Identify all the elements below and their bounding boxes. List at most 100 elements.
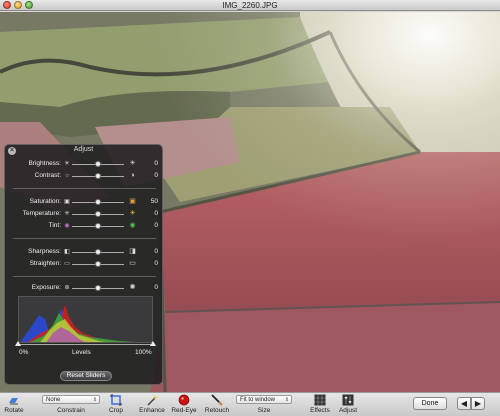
sharpness-slider[interactable]	[72, 249, 124, 255]
adjust-button[interactable]: Adjust	[337, 394, 359, 414]
tint-slider[interactable]	[72, 223, 124, 229]
magic-wand-icon	[146, 394, 158, 406]
rotate-button[interactable]: Rotate	[3, 394, 25, 414]
straighten-row: Straighten: ▭ ▭ 0	[5, 259, 164, 269]
reset-sliders-button[interactable]: Reset Sliders	[60, 371, 112, 381]
bottom-toolbar: Rotate None ⇕ Constrain Crop Enhance Red…	[0, 392, 500, 416]
temperature-slider[interactable]	[72, 211, 124, 217]
contrast-slider[interactable]	[72, 173, 124, 179]
saturation-value: 50	[150, 198, 158, 205]
sharpness-slider-knob[interactable]	[95, 249, 101, 255]
contrast-low-icon: ○	[65, 173, 69, 179]
chevron-down-icon: ⇕	[284, 397, 289, 403]
levels-caption: Levels	[72, 349, 91, 356]
sun-warm-icon: ☀	[129, 210, 136, 217]
exposure-row: Exposure: ⊛ ✺ 0	[5, 283, 164, 293]
contrast-label: Contrast:	[34, 172, 61, 179]
contrast-row: Contrast: ○ ◑ 0	[5, 171, 164, 181]
tint-value: 0	[154, 222, 158, 229]
divider	[13, 238, 156, 239]
previous-arrow-icon[interactable]: ◀	[457, 397, 471, 410]
effects-grid-icon	[314, 394, 326, 406]
exposure-label: Exposure:	[31, 284, 61, 291]
enhance-label: Enhance	[139, 407, 165, 414]
straighten-label: Straighten:	[29, 260, 61, 267]
tint-slider-knob[interactable]	[95, 223, 101, 229]
rotate-label: Rotate	[4, 407, 24, 414]
saturation-label: Saturation:	[29, 198, 61, 205]
adjust-label: Adjust	[338, 407, 358, 414]
saturation-low-icon: ▣	[64, 199, 70, 205]
window-title-bar: IMG_2260.JPG	[0, 0, 500, 11]
divider	[13, 276, 156, 277]
saturation-slider[interactable]	[72, 199, 124, 205]
next-arrow-icon[interactable]: ▶	[471, 397, 485, 410]
temperature-row: Temperature: ✳ ☀ 0	[5, 209, 164, 219]
brightness-slider[interactable]	[72, 161, 124, 167]
straighten-slider[interactable]	[72, 261, 124, 267]
constrain-value: None	[46, 397, 61, 403]
red-eye-label: Red-Eye	[171, 407, 197, 414]
adjust-panel[interactable]: × Adjust Brightness: ☀ ☀ 0 Contrast: ○ ◑…	[4, 144, 163, 385]
saturation-slider-knob[interactable]	[95, 199, 101, 205]
tint-row: Tint: ◉ ◉ 0	[5, 221, 164, 231]
crop-button[interactable]: Crop	[106, 394, 126, 414]
levels-track	[18, 344, 153, 345]
sharpness-row: Sharpness: ◧ ◨ 0	[5, 247, 164, 257]
rotate-icon	[8, 394, 20, 406]
red-eye-icon	[178, 394, 190, 406]
aperture-small-icon: ⊛	[64, 285, 70, 291]
chevron-down-icon: ⇕	[92, 397, 97, 403]
retouch-label: Retouch	[204, 407, 230, 414]
constrain-select[interactable]: None ⇕	[42, 395, 100, 404]
contrast-high-icon: ◑	[130, 172, 135, 179]
levels-histogram	[18, 296, 153, 343]
adjust-panel-title: Adjust	[73, 146, 94, 153]
snowflake-icon: ✳	[64, 211, 70, 217]
straighten-value: 0	[154, 260, 158, 267]
tint-magenta-icon: ◉	[64, 223, 70, 229]
brightness-row: Brightness: ☀ ☀ 0	[5, 159, 164, 169]
constrain-caption: Constrain	[57, 407, 85, 414]
straighten-slider-knob[interactable]	[95, 261, 101, 267]
levels-min-label: 0%	[19, 349, 29, 356]
aperture-large-icon: ✺	[129, 284, 136, 291]
tint-green-icon: ◉	[129, 222, 136, 229]
temperature-slider-knob[interactable]	[95, 211, 101, 217]
effects-button[interactable]: Effects	[309, 394, 331, 414]
red-eye-button[interactable]: Red-Eye	[171, 394, 197, 414]
straighten-right-icon: ▭	[129, 260, 136, 267]
brightness-slider-knob[interactable]	[95, 161, 101, 167]
size-select[interactable]: Fit to window ⇕	[236, 395, 292, 404]
sharpness-value: 0	[154, 248, 158, 255]
effects-label: Effects	[310, 407, 330, 414]
retouch-button[interactable]: Retouch	[203, 394, 231, 414]
enhance-button[interactable]: Enhance	[139, 394, 165, 414]
brush-icon	[211, 394, 223, 406]
contrast-value: 0	[154, 172, 158, 179]
exposure-slider-knob[interactable]	[95, 285, 101, 291]
brightness-value: 0	[154, 160, 158, 167]
levels-black-point-handle[interactable]	[15, 341, 21, 346]
crop-icon	[110, 394, 122, 406]
levels-white-point-handle[interactable]	[150, 341, 156, 346]
sharpness-label: Sharpness:	[28, 248, 61, 255]
straighten-left-icon: ▭	[64, 261, 70, 267]
window-title: IMG_2260.JPG	[222, 1, 278, 10]
adjust-sliders-icon	[342, 394, 354, 406]
size-value: Fit to window	[240, 397, 276, 403]
sharpness-low-icon: ◧	[64, 249, 70, 255]
sun-large-icon: ☀	[129, 160, 136, 167]
temperature-value: 0	[154, 210, 158, 217]
contrast-slider-knob[interactable]	[95, 173, 101, 179]
tint-label: Tint:	[48, 222, 61, 229]
done-button[interactable]: Done	[413, 397, 447, 410]
size-caption: Size	[257, 407, 271, 414]
brightness-label: Brightness:	[28, 160, 61, 167]
saturation-high-icon: ▣	[129, 198, 136, 205]
exposure-value: 0	[154, 284, 158, 291]
sharpness-high-icon: ◨	[129, 248, 136, 255]
exposure-slider[interactable]	[72, 285, 124, 291]
saturation-row: Saturation: ▣ ▣ 50	[5, 197, 164, 207]
divider	[13, 188, 156, 189]
